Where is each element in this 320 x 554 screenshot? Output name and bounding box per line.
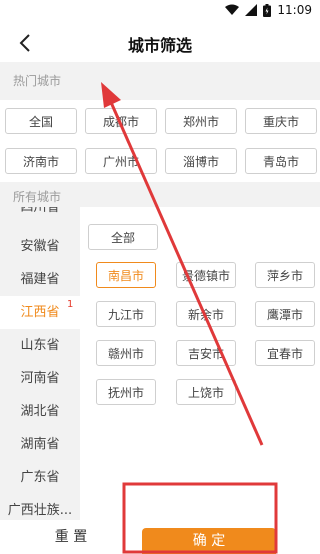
city-chip[interactable]: 萍乡市 xyxy=(255,262,315,288)
city-chip[interactable]: 抚州市 xyxy=(96,379,156,405)
hot-city-chip[interactable]: 郑州市 xyxy=(165,108,237,134)
city-chip[interactable]: 新余市 xyxy=(176,301,236,327)
province-item[interactable]: 湖北省 xyxy=(0,395,80,428)
hot-city-chip[interactable]: 成都市 xyxy=(85,108,157,134)
province-item-selected[interactable]: 江西省 1 xyxy=(0,296,80,329)
hot-cities-label: 热门城市 xyxy=(13,74,62,88)
city-chip[interactable]: 宜春市 xyxy=(255,340,315,366)
hot-city-chip[interactable]: 济南市 xyxy=(5,148,77,174)
city-chip[interactable]: 鹰潭市 xyxy=(255,301,315,327)
battery-icon xyxy=(263,3,272,17)
city-chip[interactable]: 九江市 xyxy=(96,301,156,327)
all-cities-label: 所有城市 xyxy=(13,190,62,204)
wifi-icon xyxy=(225,4,240,15)
province-item[interactable]: 山东省 xyxy=(0,329,80,362)
cellular-icon xyxy=(245,4,258,16)
province-item[interactable]: 湖南省 xyxy=(0,428,80,461)
bottom-action-bar: 重 置 确 定 xyxy=(0,520,320,554)
province-list[interactable]: 四川省 安徽省 福建省 江西省 1 山东省 河南省 湖北省 湖南省 广东省 广西… xyxy=(0,207,80,520)
status-icons: 11:09 xyxy=(225,3,312,17)
city-chip[interactable]: 景德镇市 xyxy=(176,262,236,288)
nav-bar: 城市筛选 xyxy=(0,24,320,62)
province-item[interactable]: 广东省 xyxy=(0,461,80,494)
city-chip[interactable]: 吉安市 xyxy=(176,340,236,366)
page-title: 城市筛选 xyxy=(127,36,192,55)
hot-city-chip[interactable]: 淄博市 xyxy=(165,148,237,174)
city-all-chip[interactable]: 全部 xyxy=(88,224,158,250)
status-bar: 11:09 xyxy=(0,0,320,24)
selected-count-badge: 1 xyxy=(67,299,74,310)
province-item[interactable]: 安徽省 xyxy=(0,230,80,263)
hot-city-chip[interactable]: 全国 xyxy=(5,108,77,134)
hot-city-chip[interactable]: 青岛市 xyxy=(245,148,317,174)
reset-button[interactable]: 重 置 xyxy=(0,520,142,554)
province-item[interactable]: 广西壮族... xyxy=(0,494,80,520)
hot-city-chip[interactable]: 重庆市 xyxy=(245,108,317,134)
province-item-label: 江西省 xyxy=(20,305,60,320)
city-chip[interactable]: 上饶市 xyxy=(176,379,236,405)
province-item[interactable]: 河南省 xyxy=(0,362,80,395)
confirm-button[interactable]: 确 定 xyxy=(142,528,276,554)
city-chip[interactable]: 赣州市 xyxy=(96,340,156,366)
city-chip-selected[interactable]: 南昌市 xyxy=(96,262,156,288)
hot-city-chip[interactable]: 广州市 xyxy=(85,148,157,174)
status-time: 11:09 xyxy=(277,3,312,17)
province-item[interactable]: 四川省 xyxy=(0,207,80,224)
